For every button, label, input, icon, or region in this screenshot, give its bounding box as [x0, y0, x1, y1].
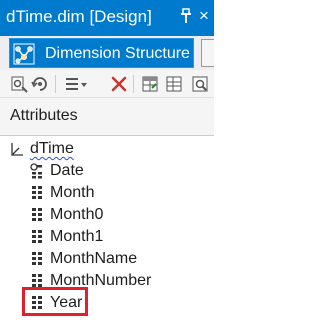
tree-item-label: Date	[50, 162, 84, 179]
tree-item-date[interactable]: Date	[0, 160, 214, 182]
tree-root-dimension[interactable]: dTime	[0, 138, 214, 160]
tree-item-label: MonthNumber	[50, 272, 152, 289]
key-attribute-icon	[30, 163, 44, 179]
tree-root-label: dTime	[30, 140, 74, 157]
tree-item-month1[interactable]: Month1	[0, 226, 214, 248]
attribute-icon	[30, 229, 44, 245]
attribute-icon	[30, 207, 44, 223]
attribute-icon	[30, 295, 44, 311]
dimension-icon	[10, 141, 24, 157]
attribute-icon	[30, 251, 44, 267]
attributes-header: Attributes	[10, 107, 78, 124]
tree-item-month0[interactable]: Month0	[0, 204, 214, 226]
document-title-bar[interactable]: dTime.dim [Design] ×	[0, 0, 214, 36]
tab-next-partial[interactable]	[201, 39, 214, 67]
toolbar-separator	[133, 75, 134, 93]
delete-icon[interactable]	[109, 74, 129, 94]
tree-item-label: Month	[50, 184, 95, 201]
explore-data-icon[interactable]	[190, 74, 210, 94]
tree-item-label: Year	[50, 294, 83, 311]
close-icon[interactable]: ×	[199, 5, 209, 27]
attribute-icon	[30, 273, 44, 289]
dimension-structure-icon	[13, 43, 35, 65]
tree-item-month[interactable]: Month	[0, 182, 214, 204]
tree-item-year[interactable]: Year	[0, 292, 214, 314]
view-dropdown-icon[interactable]	[64, 74, 90, 94]
attributes-pane-header: Attributes	[0, 98, 214, 136]
designer-tab-strip: Dimension Structure	[0, 36, 214, 70]
tree-item-monthname[interactable]: MonthName	[0, 248, 214, 270]
attributes-tree[interactable]: dTime Date Month Month0 Month1 MonthName…	[0, 136, 214, 330]
attribute-icon	[30, 185, 44, 201]
toolbar-separator	[55, 75, 56, 93]
tree-item-monthnumber[interactable]: MonthNumber	[0, 270, 214, 292]
new-named-query-icon[interactable]	[164, 74, 184, 94]
process-icon[interactable]	[9, 74, 29, 94]
show-table-icon[interactable]	[140, 74, 160, 94]
tab-dimension-structure-label: Dimension Structure	[45, 45, 190, 62]
document-title: dTime.dim [Design]	[6, 7, 152, 26]
refresh-icon[interactable]	[30, 74, 50, 94]
tab-dimension-structure[interactable]: Dimension Structure	[9, 38, 194, 68]
designer-toolbar	[0, 70, 214, 98]
tree-item-label: Month1	[50, 228, 104, 245]
tree-item-label: MonthName	[50, 250, 138, 267]
tree-item-label: Month0	[50, 206, 104, 223]
pin-icon[interactable]	[178, 8, 194, 26]
